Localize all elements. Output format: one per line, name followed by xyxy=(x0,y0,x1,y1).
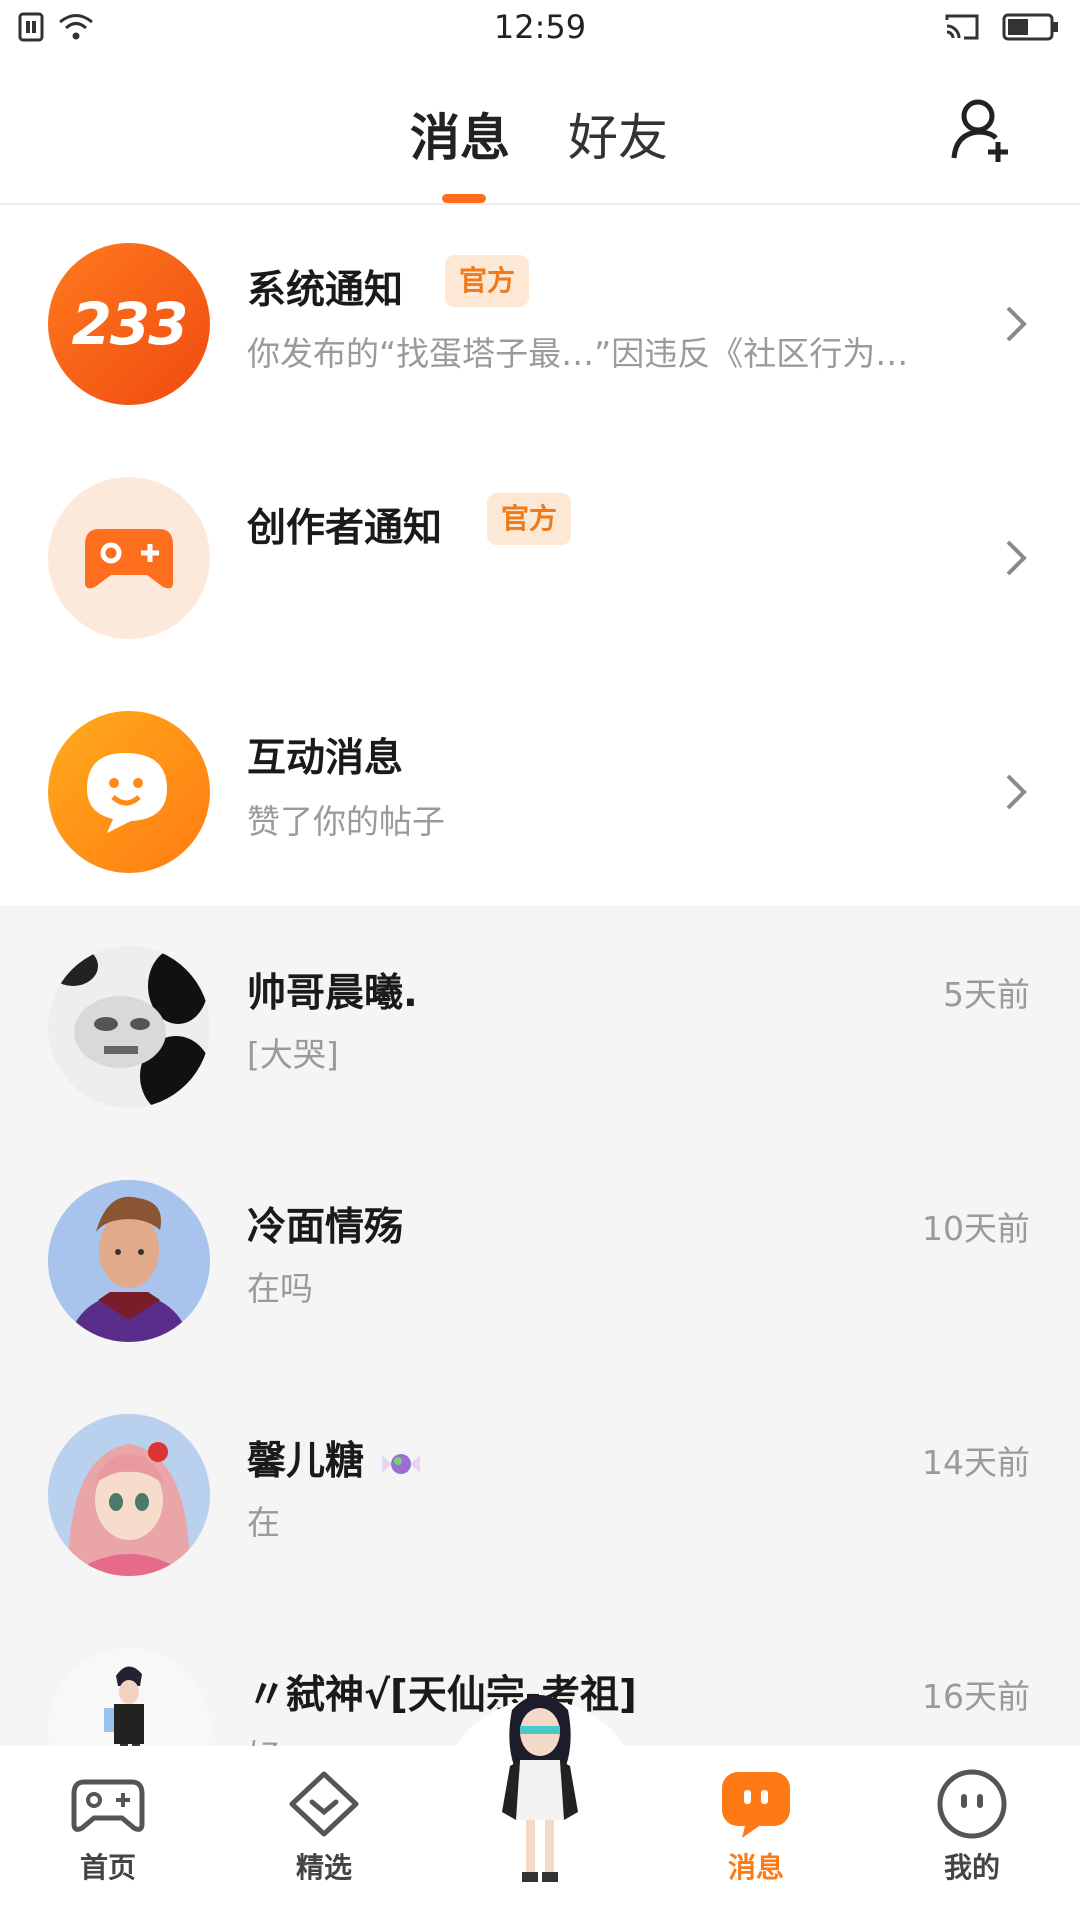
row-title: 创作者通知 xyxy=(247,506,443,551)
row-title: 系统通知 xyxy=(247,268,404,313)
nav-label: 首页 xyxy=(79,1851,136,1884)
chat-time: 14天前 xyxy=(922,1443,1030,1482)
interaction-avatar xyxy=(48,711,210,873)
nav-messages[interactable]: 消息 xyxy=(686,1766,826,1886)
status-bar: 12:59 xyxy=(0,0,1080,60)
row-subtitle: 赞了你的帖子 xyxy=(247,802,445,841)
nav-label: 精选 xyxy=(295,1851,352,1884)
battery-icon xyxy=(1002,13,1058,41)
chat-name: 帅哥晨曦. xyxy=(247,971,418,1016)
chat-row[interactable]: 冷面情殇 在吗 10天前 xyxy=(0,1140,1080,1374)
gamepad-icon xyxy=(71,1779,145,1832)
chat-row[interactable]: 帅哥晨曦. [大哭] 5天前 xyxy=(0,906,1080,1140)
chat-time: 16天前 xyxy=(922,1677,1030,1716)
nav-featured[interactable]: 精选 xyxy=(254,1766,394,1886)
row-title: 互动消息 xyxy=(247,736,404,781)
tab-friends[interactable]: 好友 xyxy=(568,98,668,170)
chat-name: 馨儿糖 xyxy=(247,1439,365,1484)
nav-label: 我的 xyxy=(943,1851,1000,1884)
chat-message: 在吗 xyxy=(247,1269,313,1308)
face-icon xyxy=(937,1769,1007,1839)
system-notice-row[interactable]: 233 系统通知 官方 你发布的“找蛋塔子最…”因违反《社区行为… xyxy=(0,207,1080,441)
chevron-right-icon xyxy=(1006,540,1027,576)
chat-avatar xyxy=(48,1414,210,1576)
male-character-avatar xyxy=(48,1180,210,1342)
chevron-right-icon xyxy=(1006,306,1027,342)
girl-character-avatar xyxy=(48,1414,210,1576)
header: 消息 好友 xyxy=(0,60,1080,205)
chat-message: 在 xyxy=(247,1503,280,1542)
status-icons-right xyxy=(944,12,1060,42)
candy-icon xyxy=(381,1453,420,1474)
system-logo-text: 233 xyxy=(71,290,188,358)
system-notice-avatar: 233 xyxy=(48,243,210,405)
creator-notice-avatar xyxy=(48,477,210,639)
chat-smile-icon xyxy=(87,753,167,833)
nav-profile[interactable]: 我的 xyxy=(902,1766,1042,1886)
panda-meme-icon xyxy=(48,946,210,1108)
nav-label: 消息 xyxy=(727,1851,784,1884)
character-avatar[interactable] xyxy=(460,1680,620,1890)
heart-icon xyxy=(289,1771,359,1837)
chat-time: 10天前 xyxy=(922,1209,1030,1248)
status-time: 12:59 xyxy=(493,8,587,46)
chat-avatar xyxy=(48,946,210,1108)
tab-messages[interactable]: 消息 xyxy=(410,98,510,170)
chat-time: 5天前 xyxy=(943,975,1030,1014)
chat-list: 帅哥晨曦. [大哭] 5天前 冷面情殇 在吗 10天前 馨儿糖 在 14天前 〃… xyxy=(0,906,1080,1810)
gamepad-plus-icon xyxy=(85,529,173,589)
add-user-icon[interactable] xyxy=(948,96,1018,166)
chat-name: 冷面情殇 xyxy=(247,1205,404,1250)
official-badge: 官方 xyxy=(487,493,572,545)
chat-row[interactable]: 馨儿糖 在 14天前 xyxy=(0,1374,1080,1608)
active-tab-indicator xyxy=(442,194,486,203)
nav-home[interactable]: 首页 xyxy=(38,1766,178,1886)
row-title-wrap: 系统通知 官方 xyxy=(247,255,530,315)
chat-avatar xyxy=(48,1180,210,1342)
chevron-right-icon xyxy=(1006,774,1027,810)
chat-name-wrap: 馨儿糖 xyxy=(247,1430,424,1486)
cast-icon xyxy=(945,14,979,40)
creator-notice-row[interactable]: 创作者通知 官方 xyxy=(0,441,1080,675)
row-title-wrap: 创作者通知 官方 xyxy=(247,493,572,553)
interaction-row[interactable]: 互动消息 赞了你的帖子 xyxy=(0,675,1080,909)
row-subtitle: 你发布的“找蛋塔子最…”因违反《社区行为… xyxy=(247,334,909,373)
official-badge: 官方 xyxy=(445,255,530,307)
message-icon xyxy=(722,1772,790,1838)
chat-message: [大哭] xyxy=(247,1035,339,1074)
